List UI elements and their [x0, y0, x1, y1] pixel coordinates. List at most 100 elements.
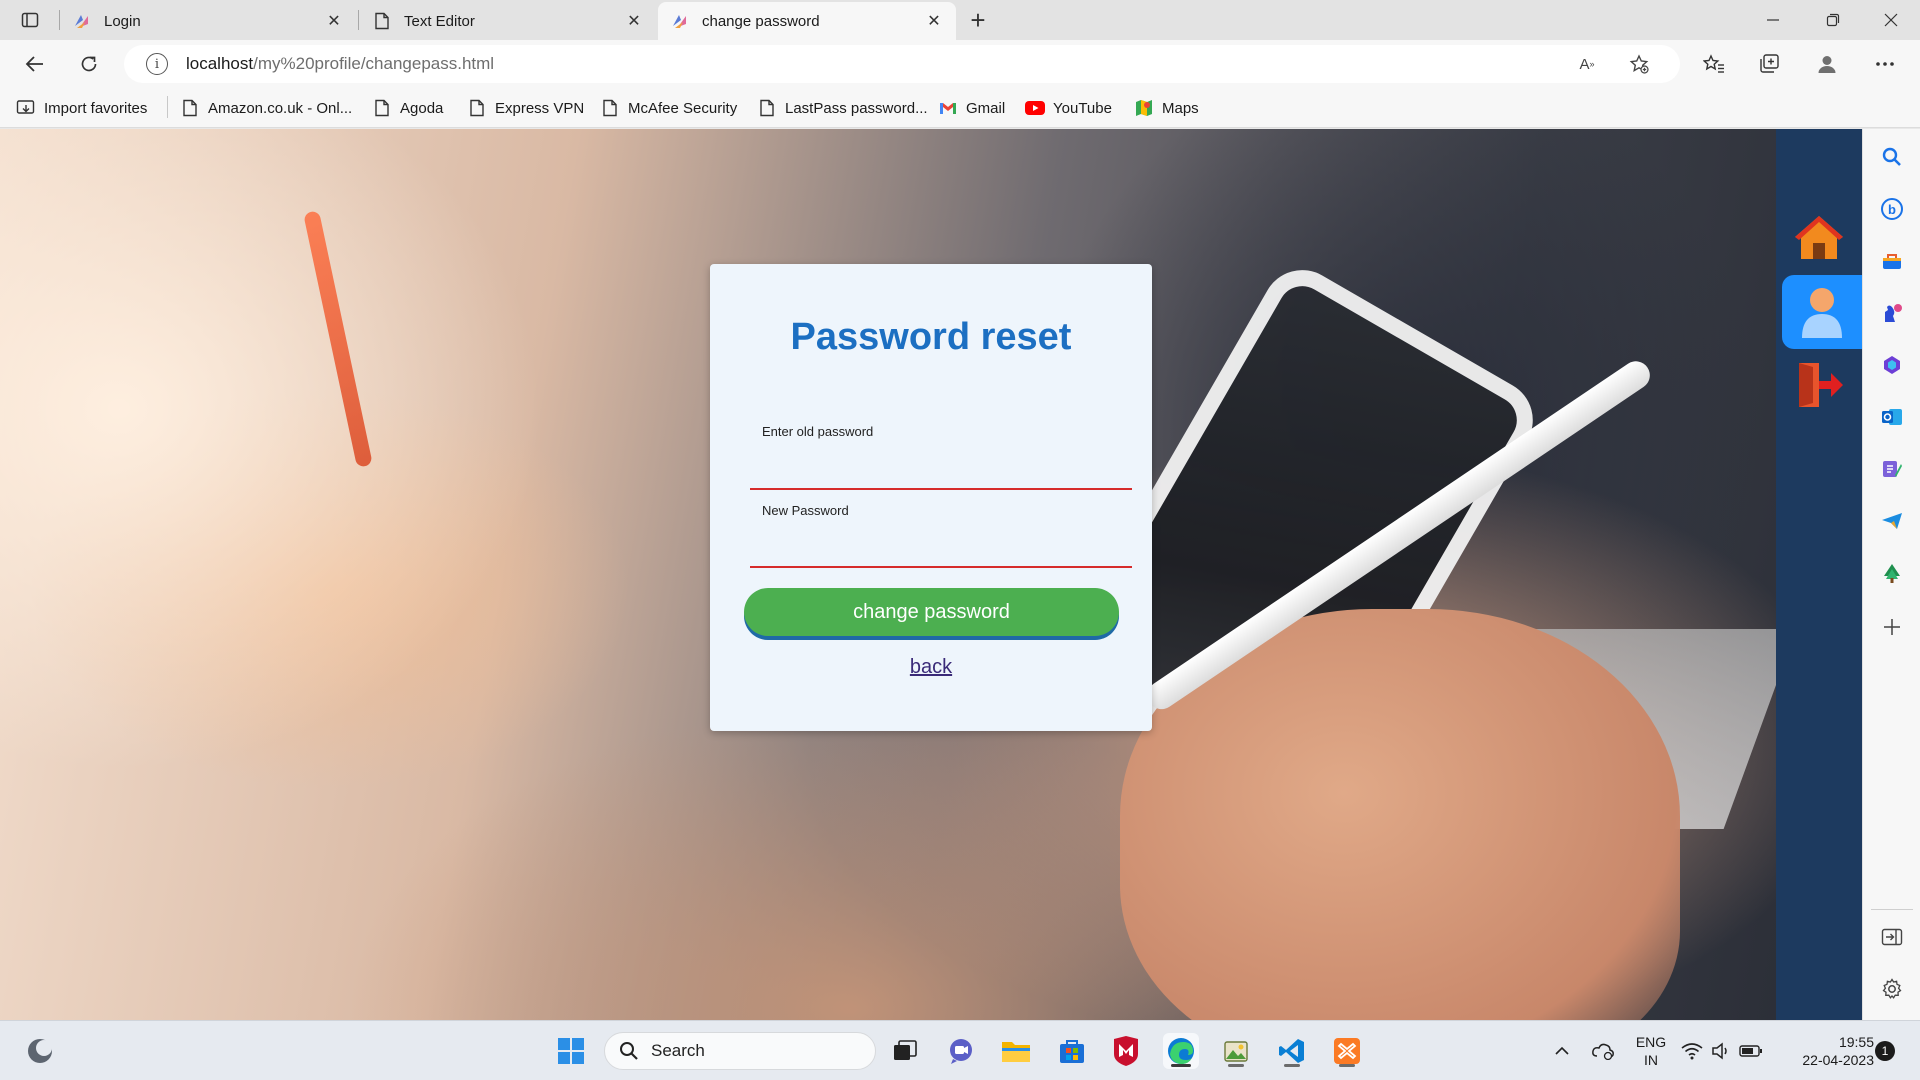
- favorite-agoda[interactable]: Agoda: [372, 96, 443, 120]
- taskbar-search[interactable]: Search: [604, 1032, 876, 1070]
- favorite-import[interactable]: Import favorites: [16, 96, 147, 120]
- favorite-lastpass[interactable]: LastPass password...: [757, 96, 928, 120]
- maps-icon: [1134, 98, 1154, 118]
- close-window-button[interactable]: [1862, 0, 1920, 40]
- onedrive-sync-icon[interactable]: [1583, 1033, 1623, 1069]
- favorite-label: Express VPN: [495, 99, 585, 117]
- site-favicon-icon: [72, 11, 92, 31]
- new-password-label: New Password: [762, 503, 849, 518]
- add-favorite-icon[interactable]: [1624, 50, 1654, 78]
- tab-title: Text Editor: [404, 12, 475, 30]
- edge-browser-icon[interactable]: [1163, 1033, 1199, 1069]
- start-button[interactable]: [553, 1033, 589, 1069]
- collections-button[interactable]: [1752, 48, 1786, 80]
- favorite-express-vpn[interactable]: Express VPN: [467, 96, 584, 120]
- tab-close-icon[interactable]: ✕: [322, 9, 346, 33]
- tab-title: change password: [702, 12, 820, 30]
- clock-date: 22-04-2023: [1802, 1052, 1874, 1068]
- tab-actions-icon: [21, 12, 39, 28]
- tab-title: Login: [104, 12, 141, 30]
- chevron-up-icon[interactable]: [1542, 1033, 1582, 1069]
- image-app-icon[interactable]: [1218, 1033, 1254, 1069]
- quick-settings-button[interactable]: [1676, 1033, 1768, 1069]
- gear-icon[interactable]: [1878, 975, 1906, 1003]
- telegram-icon[interactable]: [1878, 507, 1906, 535]
- restore-icon: [1826, 13, 1840, 27]
- profile-button[interactable]: [1810, 48, 1844, 80]
- favorite-label: Maps: [1162, 99, 1199, 117]
- background-decoration: [303, 210, 373, 468]
- minimize-button[interactable]: [1744, 0, 1802, 40]
- site-favicon-icon: [670, 11, 690, 31]
- xampp-icon[interactable]: [1329, 1033, 1365, 1069]
- settings-more-button[interactable]: [1868, 48, 1902, 80]
- tab-change-password[interactable]: change password ✕: [658, 2, 956, 40]
- logout-button[interactable]: [1791, 357, 1847, 413]
- mcafee-icon[interactable]: [1108, 1033, 1144, 1069]
- page-icon: [600, 98, 620, 118]
- new-tab-button[interactable]: +: [962, 5, 994, 35]
- profile-nav-button[interactable]: [1782, 275, 1862, 349]
- tab-close-icon[interactable]: ✕: [622, 9, 646, 33]
- home-icon: [1795, 216, 1843, 259]
- file-explorer-icon[interactable]: [998, 1033, 1034, 1069]
- tab-close-icon[interactable]: ✕: [922, 9, 946, 33]
- old-password-field[interactable]: [750, 456, 1132, 490]
- windows-icon: [558, 1038, 584, 1064]
- favorite-youtube[interactable]: YouTube: [1025, 96, 1112, 120]
- editor-icon[interactable]: [1878, 455, 1906, 483]
- favorite-label: Import favorites: [44, 99, 148, 117]
- back-link[interactable]: back: [710, 656, 1152, 679]
- task-view-icon[interactable]: [887, 1033, 923, 1069]
- site-info-icon[interactable]: i: [146, 53, 168, 75]
- url-host: localhost: [186, 54, 254, 73]
- favorite-label: LastPass password...: [785, 99, 928, 117]
- page-icon: [372, 98, 392, 118]
- read-aloud-icon[interactable]: A»: [1572, 50, 1602, 78]
- refresh-button[interactable]: [72, 48, 106, 80]
- favorite-label: Gmail: [966, 99, 1006, 117]
- favorites-bar: Import favorites Amazon.co.uk - Onl... A…: [0, 88, 1920, 128]
- favorite-mcafee[interactable]: McAfee Security: [600, 96, 737, 120]
- collections-icon: [1760, 54, 1779, 73]
- avatar-icon: [1818, 56, 1836, 73]
- tree-icon[interactable]: [1878, 559, 1906, 587]
- favorite-maps[interactable]: Maps: [1134, 96, 1199, 120]
- hide-sidebar-icon[interactable]: [1878, 923, 1906, 951]
- favorite-amazon[interactable]: Amazon.co.uk - Onl...: [180, 96, 352, 120]
- favorite-label: YouTube: [1053, 99, 1112, 117]
- office-icon[interactable]: [1878, 351, 1906, 379]
- change-password-button[interactable]: change password: [744, 588, 1119, 636]
- taskbar: Search ENG IN 19:55 22-04-2023 1: [0, 1020, 1920, 1080]
- old-password-label: Enter old password: [762, 424, 874, 439]
- tab-actions-button[interactable]: [12, 6, 48, 34]
- favorites-button[interactable]: [1697, 48, 1731, 80]
- weather-widget-icon[interactable]: [22, 1033, 58, 1069]
- notification-badge[interactable]: 1: [1875, 1041, 1895, 1061]
- page-icon: [467, 98, 487, 118]
- clock[interactable]: 19:55 22-04-2023: [1776, 1033, 1874, 1069]
- favorite-gmail[interactable]: Gmail: [938, 96, 1005, 120]
- outlook-icon[interactable]: [1878, 403, 1906, 431]
- page-title: Password reset: [790, 316, 1072, 358]
- shopping-icon[interactable]: [1878, 247, 1906, 275]
- wifi-icon: [1681, 1043, 1703, 1060]
- home-button[interactable]: [1791, 209, 1847, 265]
- tab-text-editor[interactable]: Text Editor ✕: [360, 2, 656, 40]
- add-sidebar-app-icon[interactable]: [1878, 613, 1906, 641]
- address-bar[interactable]: i localhost /my%20profile/changepass.htm…: [124, 45, 1680, 83]
- edge-sidebar: b: [1862, 129, 1920, 1020]
- clock-time: 19:55: [1838, 1034, 1874, 1050]
- language-indicator[interactable]: ENG IN: [1631, 1033, 1671, 1069]
- tab-login[interactable]: Login ✕: [60, 2, 356, 40]
- teams-chat-icon[interactable]: [943, 1033, 979, 1069]
- bing-chat-icon[interactable]: b: [1878, 195, 1906, 223]
- back-button[interactable]: [18, 48, 52, 80]
- search-icon[interactable]: [1878, 143, 1906, 171]
- microsoft-store-icon[interactable]: [1054, 1033, 1090, 1069]
- favorite-label: Agoda: [400, 99, 444, 117]
- new-password-field[interactable]: [750, 534, 1132, 568]
- restore-button[interactable]: [1804, 0, 1862, 40]
- vscode-icon[interactable]: [1274, 1033, 1310, 1069]
- games-icon[interactable]: [1878, 299, 1906, 327]
